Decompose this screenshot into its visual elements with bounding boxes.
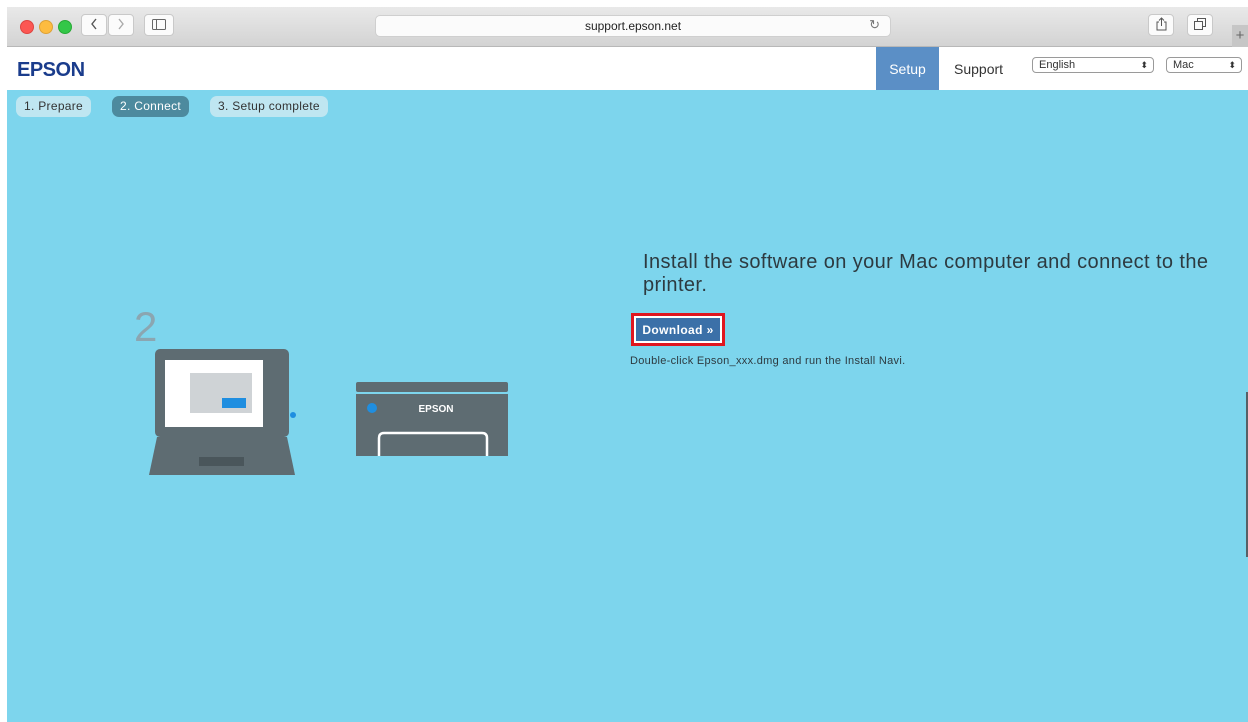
- language-select[interactable]: English ⬍: [1032, 57, 1154, 73]
- printer-illustration: EPSON: [356, 382, 508, 456]
- download-button[interactable]: Download »: [636, 318, 720, 341]
- select-arrows-icon: ⬍: [1228, 60, 1236, 70]
- laptop-illustration: [149, 349, 296, 475]
- zoom-window-button[interactable]: [58, 20, 72, 34]
- forward-icon: [117, 17, 125, 33]
- forward-button[interactable]: [108, 14, 134, 36]
- address-bar[interactable]: support.epson.net ↻: [375, 15, 891, 37]
- sidebar-button[interactable]: [144, 14, 174, 36]
- share-button[interactable]: [1148, 14, 1174, 36]
- epson-logo[interactable]: EPSON: [17, 59, 85, 82]
- nav-support[interactable]: Support: [954, 47, 1003, 90]
- site-header: EPSON Setup Support English ⬍ Mac ⬍: [7, 47, 1248, 90]
- os-select[interactable]: Mac ⬍: [1166, 57, 1242, 73]
- reload-icon[interactable]: ↻: [869, 17, 880, 33]
- new-tab-icon: +: [1235, 27, 1245, 44]
- minimize-window-button[interactable]: [39, 20, 53, 34]
- url-text: support.epson.net: [584, 19, 682, 33]
- install-note: Double-click Epson_xxx.dmg and run the I…: [630, 355, 906, 367]
- close-window-button[interactable]: [20, 20, 34, 34]
- browser-toolbar: support.epson.net ↻ +: [7, 7, 1248, 47]
- tabs-icon: [1194, 17, 1206, 33]
- browser-window: support.epson.net ↻ + EPSON Setup Suppor…: [7, 7, 1248, 722]
- new-tab-button[interactable]: +: [1232, 25, 1248, 47]
- step-number: 2: [134, 303, 158, 350]
- back-button[interactable]: [81, 14, 107, 36]
- download-highlight: Download »: [631, 313, 725, 346]
- step-prepare[interactable]: 1. Prepare: [16, 96, 92, 117]
- step-connect[interactable]: 2. Connect: [112, 96, 190, 117]
- select-arrows-icon: ⬍: [1140, 60, 1148, 70]
- back-icon: [90, 17, 98, 33]
- step-setup-complete[interactable]: 3. Setup complete: [210, 96, 328, 117]
- install-heading: Install the software on your Mac compute…: [643, 251, 1209, 296]
- share-icon: [1156, 16, 1167, 34]
- printer-brand-label: EPSON: [418, 404, 453, 415]
- tabs-button[interactable]: [1187, 14, 1213, 36]
- os-select-value: Mac: [1173, 59, 1194, 71]
- nav-setup[interactable]: Setup: [876, 47, 939, 90]
- language-select-value: English: [1039, 59, 1076, 71]
- sidebar-icon: [152, 17, 166, 33]
